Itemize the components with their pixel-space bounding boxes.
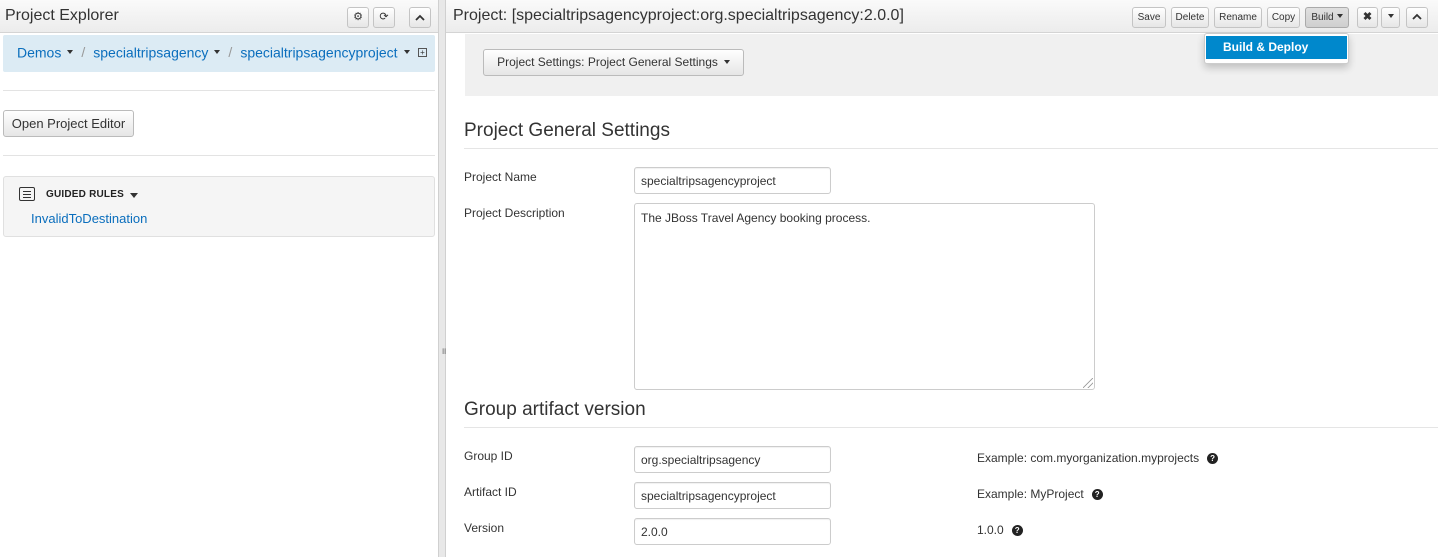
breadcrumb: Demos / specialtripsagency / specialtripsage… bbox=[3, 35, 435, 72]
maximize-button[interactable] bbox=[1406, 7, 1428, 28]
chevron-down-icon[interactable] bbox=[67, 50, 74, 55]
help-icon[interactable]: ? bbox=[1207, 453, 1219, 464]
artifact-id-example-text: Example: MyProject bbox=[977, 487, 1084, 501]
gear-icon: ⚙ bbox=[353, 11, 363, 23]
project-description-label: Project Description bbox=[464, 206, 565, 220]
divider bbox=[3, 90, 435, 91]
resize-handle-icon[interactable] bbox=[1083, 378, 1093, 388]
build-dropdown-menu: Build & Deploy bbox=[1204, 33, 1349, 64]
group-id-example-text: Example: com.myorganization.myprojects bbox=[977, 451, 1200, 465]
project-editor-panel: Project: [specialtripsagencyproject:org.… bbox=[446, 0, 1438, 557]
chevron-down-icon bbox=[1387, 14, 1394, 19]
editor-header: Project: [specialtripsagencyproject:org.… bbox=[446, 0, 1438, 33]
version-example-text: 1.0.0 bbox=[977, 523, 1004, 537]
close-icon: ✖ bbox=[1362, 11, 1373, 23]
project-explorer-header: Project Explorer ⚙ ⟳ bbox=[0, 0, 438, 33]
expand-icon[interactable]: + bbox=[418, 48, 427, 57]
guided-rule-icon bbox=[19, 187, 35, 201]
chevron-down-icon[interactable] bbox=[130, 193, 138, 198]
guided-rules-group: GUIDED RULES InvalidToDestination bbox=[3, 176, 435, 237]
options-button[interactable] bbox=[1381, 7, 1400, 28]
breadcrumb-organizational-unit[interactable]: Demos bbox=[17, 44, 61, 60]
list-item[interactable]: InvalidToDestination bbox=[31, 211, 147, 226]
section-heading-gav: Group artifact version bbox=[464, 399, 646, 420]
collapse-button[interactable] bbox=[409, 7, 431, 28]
group-id-input[interactable]: org.specialtripsagency bbox=[634, 446, 831, 473]
project-settings-label: Project Settings: Project General Settin… bbox=[497, 55, 718, 69]
breadcrumb-separator: / bbox=[81, 44, 86, 61]
project-settings-dropdown[interactable]: Project Settings: Project General Settin… bbox=[483, 49, 744, 76]
refresh-icon: ⟳ bbox=[379, 11, 389, 23]
artifact-id-example: Example: MyProject? bbox=[977, 487, 1103, 501]
help-icon[interactable]: ? bbox=[1091, 489, 1103, 500]
chevron-down-icon bbox=[1336, 14, 1343, 19]
chevron-down-icon[interactable] bbox=[403, 50, 410, 55]
close-button[interactable]: ✖ bbox=[1357, 7, 1378, 28]
build-button-label: Build bbox=[1311, 12, 1334, 23]
rename-button[interactable]: Rename bbox=[1214, 7, 1262, 28]
chevron-down-icon bbox=[723, 59, 730, 64]
build-button[interactable]: Build bbox=[1305, 7, 1349, 28]
divider bbox=[3, 155, 435, 156]
divider bbox=[464, 148, 1438, 149]
open-project-editor-button[interactable]: Open Project Editor bbox=[3, 110, 134, 137]
group-id-example: Example: com.myorganization.myprojects? bbox=[977, 451, 1219, 465]
breadcrumb-separator: / bbox=[228, 44, 233, 61]
save-button[interactable]: Save bbox=[1132, 7, 1166, 28]
breadcrumb-project[interactable]: specialtripsagencyproject bbox=[240, 44, 397, 60]
section-heading-general: Project General Settings bbox=[464, 120, 670, 141]
artifact-id-input[interactable]: specialtripsagencyproject bbox=[634, 482, 831, 509]
project-name-input[interactable]: specialtripsagencyproject bbox=[634, 167, 831, 194]
version-example: 1.0.0? bbox=[977, 523, 1023, 537]
chevron-down-icon[interactable] bbox=[214, 50, 221, 55]
editor-title: Project: [specialtripsagencyproject:org.… bbox=[453, 7, 904, 24]
version-input[interactable]: 2.0.0 bbox=[634, 518, 831, 545]
settings-button[interactable]: ⚙ bbox=[347, 7, 369, 28]
version-label: Version bbox=[464, 521, 505, 535]
chevron-up-icon bbox=[415, 14, 425, 21]
divider bbox=[464, 427, 1438, 428]
delete-button[interactable]: Delete bbox=[1171, 7, 1209, 28]
project-description-textarea[interactable]: The JBoss Travel Agency booking process. bbox=[634, 203, 1095, 390]
group-id-label: Group ID bbox=[464, 449, 513, 463]
guided-rules-title[interactable]: GUIDED RULES bbox=[46, 189, 124, 200]
project-explorer-panel: Project Explorer ⚙ ⟳ Demos / specialtripsa… bbox=[0, 0, 438, 557]
project-description-text: The JBoss Travel Agency booking process. bbox=[641, 211, 871, 225]
chevron-up-icon bbox=[1412, 13, 1422, 20]
artifact-id-label: Artifact ID bbox=[464, 485, 517, 499]
breadcrumb-repository[interactable]: specialtripsagency bbox=[93, 44, 208, 60]
project-name-label: Project Name bbox=[464, 170, 537, 184]
panel-title: Project Explorer bbox=[5, 7, 119, 24]
panel-splitter[interactable]: ॥ bbox=[438, 0, 446, 557]
copy-button[interactable]: Copy bbox=[1267, 7, 1300, 28]
menu-item-build-and-deploy[interactable]: Build & Deploy bbox=[1206, 36, 1347, 59]
refresh-button[interactable]: ⟳ bbox=[373, 7, 395, 28]
help-icon[interactable]: ? bbox=[1011, 525, 1023, 536]
